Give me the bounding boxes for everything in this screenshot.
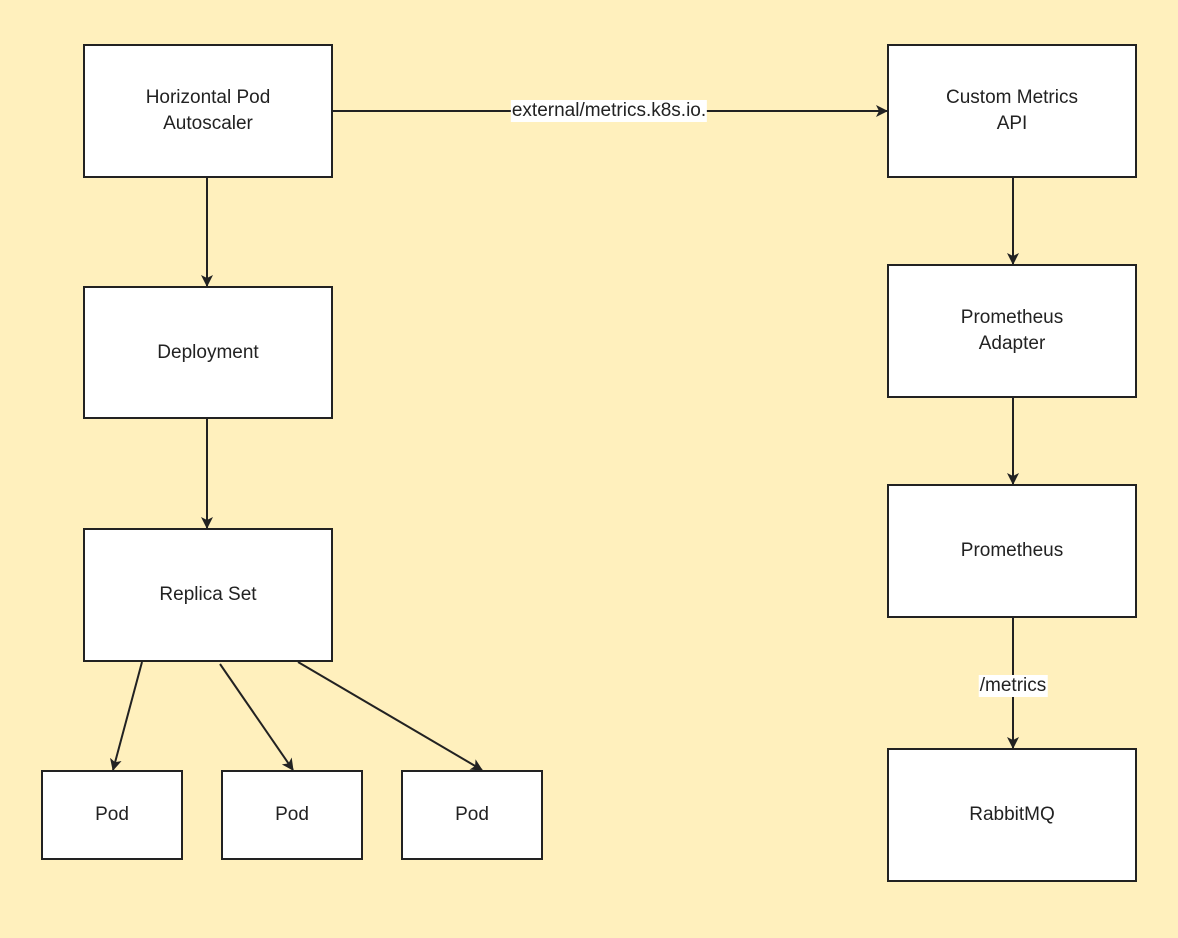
edge-replicaset-to-pod-3 [297,661,483,771]
diagram-canvas: Horizontal Pod Autoscaler Deployment Rep… [0,0,1178,938]
node-prometheus-adapter[interactable]: Prometheus Adapter [887,264,1137,398]
node-pod-3[interactable]: Pod [401,770,543,860]
node-prometheus[interactable]: Prometheus [887,484,1137,618]
edge-label-external-metrics: external/metrics.k8s.io. [510,100,708,122]
node-replica-set[interactable]: Replica Set [83,528,333,662]
node-pod-2[interactable]: Pod [221,770,363,860]
edge-replicaset-to-pod-2 [219,663,294,771]
node-rabbitmq[interactable]: RabbitMQ [887,748,1137,882]
node-pod-1[interactable]: Pod [41,770,183,860]
edge-replicaset-to-pod-1 [110,661,143,771]
node-deployment[interactable]: Deployment [83,286,333,419]
node-custom-metrics-api[interactable]: Custom Metrics API [887,44,1137,178]
edge-label-metrics: /metrics [978,675,1048,697]
node-horizontal-pod-autoscaler[interactable]: Horizontal Pod Autoscaler [83,44,333,178]
